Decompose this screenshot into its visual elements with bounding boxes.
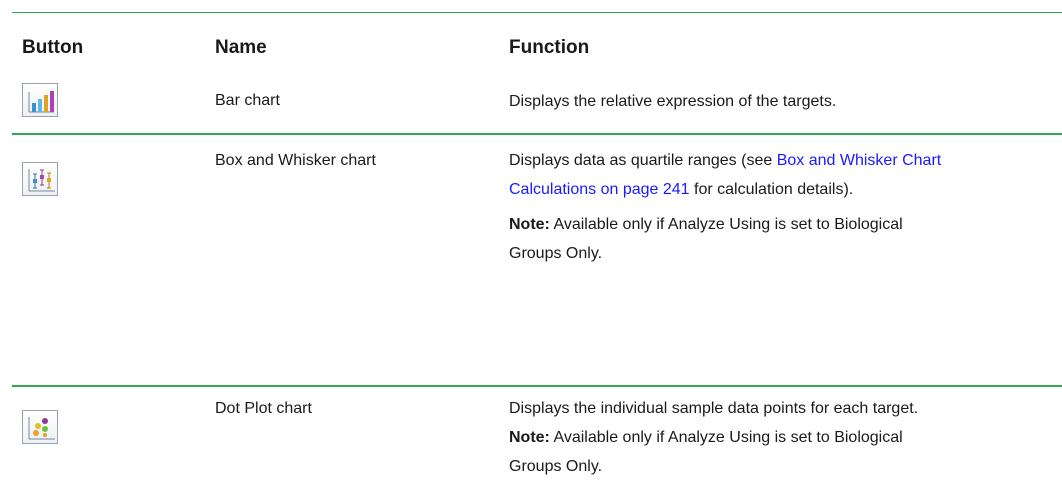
header-button: Button [22,37,84,58]
dot-plot-chart-icon [22,410,58,444]
note-label: Note: [509,216,550,233]
note: Note: Available only if Analyze Using is… [509,210,959,268]
box-whisker-chart-icon [22,162,58,196]
row-function: Displays data as quartile ranges (see Bo… [509,146,959,268]
function-text: Displays the relative expression of the … [509,93,837,110]
function-text: Displays the individual sample data poin… [509,400,919,417]
bar-chart-icon [22,83,58,117]
note-text: Available only if Analyze Using is set t… [509,216,903,262]
function-text-before-link: Displays data as quartile ranges (see [509,152,777,169]
note: Note: Available only if Analyze Using is… [509,423,959,481]
table-row: Box and Whisker chart Displays data as q… [12,135,1062,385]
note-label: Note: [509,429,550,446]
table-row: Dot Plot chart Displays the individual s… [12,387,1062,495]
row-name: Bar chart [215,92,280,109]
row-function: Displays the relative expression of the … [509,87,959,116]
header-name: Name [215,37,267,58]
row-name: Box and Whisker chart [215,152,376,169]
function-text: Displays data as quartile ranges (see Bo… [509,146,959,204]
note-text: Available only if Analyze Using is set t… [509,429,903,475]
function-text-after-link: for calculation details). [689,181,854,198]
header-function: Function [509,37,590,58]
row-function: Displays the individual sample data poin… [509,394,959,481]
table-row: Bar chart Displays the relative expressi… [12,58,1062,133]
row-name: Dot Plot chart [215,400,312,417]
